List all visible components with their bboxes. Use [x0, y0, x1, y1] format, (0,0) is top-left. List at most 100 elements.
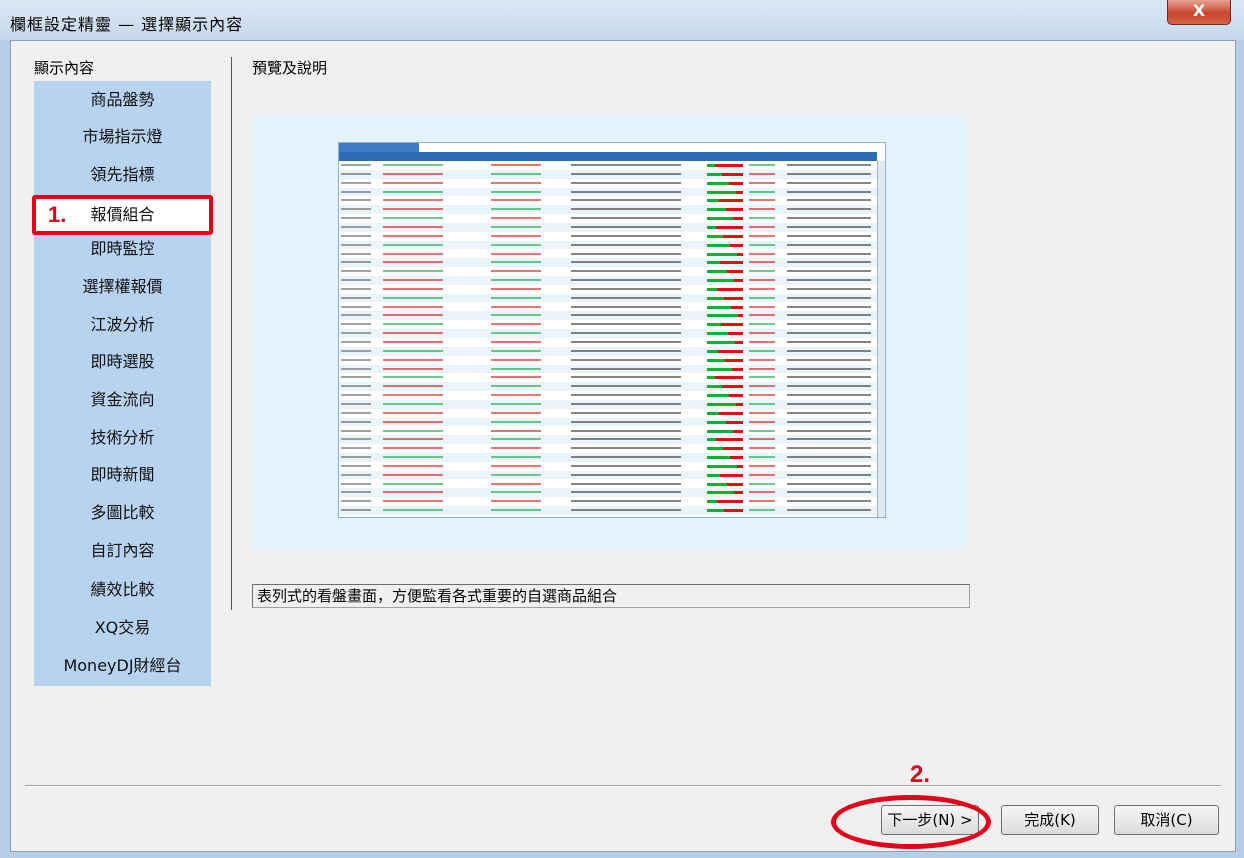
- list-item-leading-indicator[interactable]: 領先指標: [34, 160, 211, 190]
- preview-cell: [383, 358, 443, 361]
- preview-cell: [383, 225, 443, 228]
- preview-cell: [383, 429, 443, 432]
- finish-button[interactable]: 完成(K): [1001, 805, 1099, 835]
- preview-cell: [787, 349, 871, 352]
- preview-cell: [383, 305, 443, 308]
- display-content-list[interactable]: 商品盤勢 市場指示燈 領先指標 1. 報價組合 即時監控 選擇權報價 江波分析 …: [32, 81, 213, 686]
- preview-cell: [571, 473, 681, 476]
- preview-cell: [491, 164, 541, 166]
- preview-row-bar: [707, 323, 743, 327]
- preview-heading: 預覽及說明: [252, 59, 328, 77]
- preview-cell: [571, 296, 681, 299]
- preview-cell: [383, 190, 443, 193]
- preview-cell: [749, 279, 775, 282]
- preview-cell: [383, 394, 443, 397]
- list-item-wave-analysis[interactable]: 江波分析: [34, 310, 211, 340]
- preview-row-bar: [707, 385, 743, 389]
- preview-cell: [383, 243, 443, 246]
- cancel-button[interactable]: 取消(C): [1114, 805, 1219, 835]
- vertical-divider: [231, 57, 232, 610]
- preview-cell: [749, 456, 775, 459]
- preview-row: [339, 249, 877, 259]
- preview-row: [339, 187, 877, 197]
- preview-cell: [749, 367, 775, 370]
- list-item-technical-analysis[interactable]: 技術分析: [34, 423, 211, 453]
- preview-cell: [491, 234, 541, 237]
- list-item-custom-content[interactable]: 自訂內容: [34, 536, 211, 566]
- close-button[interactable]: X: [1167, 0, 1231, 25]
- preview-cell: [341, 402, 371, 405]
- preview-row: [339, 214, 877, 223]
- list-item-market-indicator[interactable]: 市場指示燈: [34, 122, 211, 152]
- preview-cell: [491, 341, 541, 343]
- preview-cell: [341, 279, 371, 282]
- list-item-multi-chart[interactable]: 多圖比較: [34, 498, 211, 528]
- preview-cell: [749, 482, 775, 485]
- list-item-options-quote[interactable]: 選擇權報價: [34, 272, 211, 302]
- preview-cell: [571, 243, 681, 246]
- preview-cell: [749, 314, 775, 317]
- preview-cell: [749, 225, 775, 228]
- preview-cell: [341, 509, 371, 512]
- list-item-performance-compare[interactable]: 績效比較: [34, 575, 211, 605]
- preview-cell: [341, 225, 371, 228]
- preview-cell: [491, 296, 541, 299]
- preview-cell: [787, 270, 871, 273]
- list-item-xq-trade[interactable]: XQ交易: [34, 613, 211, 643]
- preview-cell: [571, 447, 681, 450]
- preview-row: [339, 196, 877, 206]
- preview-cell: [749, 420, 775, 423]
- preview-cell: [491, 420, 541, 423]
- preview-row: [339, 479, 877, 489]
- preview-cell: [571, 482, 681, 485]
- preview-cell: [571, 402, 681, 405]
- preview-cell: [383, 323, 443, 326]
- preview-tab: [339, 143, 419, 152]
- preview-row-bar: [707, 349, 743, 353]
- preview-row-bar: [707, 261, 743, 265]
- preview-row: [339, 461, 877, 471]
- preview-row: [339, 329, 877, 338]
- preview-row-bar: [707, 447, 743, 451]
- preview-cell: [571, 341, 681, 343]
- list-item-realtime-screener[interactable]: 即時選股: [34, 347, 211, 377]
- preview-cell: [749, 402, 775, 405]
- preview-row: [339, 444, 877, 453]
- list-item-market-trend[interactable]: 商品盤勢: [34, 85, 211, 115]
- preview-cell: [491, 394, 541, 397]
- list-item-realtime-news[interactable]: 即時新聞: [34, 460, 211, 490]
- preview-cell: [571, 323, 681, 326]
- preview-cell: [383, 314, 443, 317]
- preview-cell: [341, 296, 371, 299]
- preview-cell: [787, 341, 871, 343]
- preview-cell: [749, 376, 775, 379]
- preview-cell: [787, 447, 871, 450]
- preview-cell: [341, 243, 371, 246]
- preview-scrollbar: [877, 161, 885, 517]
- preview-cell: [787, 279, 871, 282]
- preview-cell: [749, 270, 775, 273]
- preview-cell: [571, 367, 681, 370]
- list-item-quote-portfolio[interactable]: 1. 報價組合: [32, 195, 213, 235]
- list-item-moneydj[interactable]: MoneyDJ財經台: [34, 651, 211, 681]
- preview-row: [339, 506, 877, 515]
- list-item-realtime-monitor[interactable]: 即時監控: [34, 234, 211, 264]
- preview-cell: [787, 500, 871, 503]
- preview-row: [339, 240, 877, 250]
- preview-cell: [571, 376, 681, 379]
- preview-cell: [571, 234, 681, 237]
- preview-cell: [749, 464, 775, 467]
- preview-cell: [341, 208, 371, 211]
- preview-cell: [571, 314, 681, 317]
- preview-cell: [383, 261, 443, 264]
- preview-cell: [749, 349, 775, 352]
- preview-cell: [787, 402, 871, 405]
- preview-cell: [383, 296, 443, 299]
- preview-cell: [571, 429, 681, 432]
- preview-row-bar: [707, 314, 743, 318]
- preview-cell: [571, 225, 681, 228]
- preview-cell: [341, 438, 371, 441]
- preview-row-bar: [707, 225, 743, 229]
- list-item-fund-flow[interactable]: 資金流向: [34, 385, 211, 415]
- preview-cell: [341, 420, 371, 423]
